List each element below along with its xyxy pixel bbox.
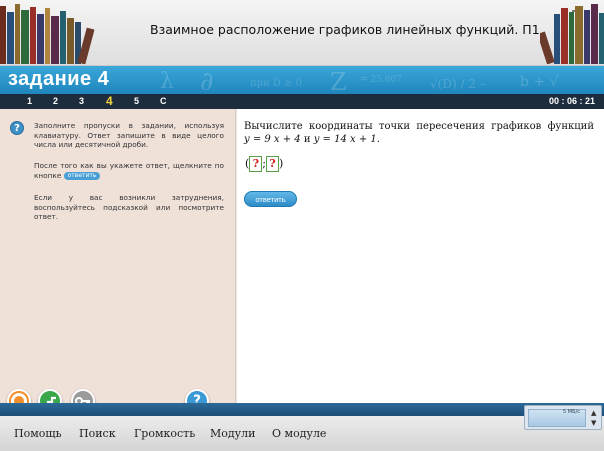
menu-about[interactable]: О модуле: [272, 427, 326, 440]
svg-text:Z: Z: [330, 68, 347, 94]
instruction-text-2: После того как вы укажете ответ, щелкнит…: [34, 161, 224, 180]
task-header-band: λ ∂ при D ≥ 0 Z = 25.607 √(D) / 2 – b + …: [0, 66, 604, 94]
info-question-icon: ?: [10, 121, 24, 135]
svg-text:= 25.607: = 25.607: [360, 75, 402, 85]
math-background-decoration: λ ∂ при D ≥ 0 Z = 25.607 √(D) / 2 – b + …: [160, 67, 559, 94]
nav-task-control[interactable]: C: [160, 96, 167, 106]
menu-modules[interactable]: Модули: [210, 427, 255, 440]
nav-task-2[interactable]: 2: [53, 96, 58, 106]
footer-strip: [0, 403, 604, 416]
status-widget-label: 5 МБ/с: [563, 409, 580, 415]
bookshelf-left-image: [0, 4, 95, 64]
answer-row: (?;?): [245, 156, 283, 172]
question-text: Вычислите координаты точки пересечения г…: [244, 121, 594, 132]
svg-text:√(D) / 2 –: √(D) / 2 –: [430, 77, 486, 91]
instruction-text-2-prefix: После того как вы укажете ответ, щелкнит…: [34, 161, 224, 180]
question-equations: y = 9 x + 4 и y = 14 x + 1.: [244, 133, 594, 146]
answer-button[interactable]: ответить: [244, 191, 297, 207]
instruction-text-1: Заполните пропуски в задании, используя …: [34, 121, 224, 150]
menu-search[interactable]: Поиск: [79, 427, 116, 440]
window-title: Взаимное расположение графиков линейных …: [150, 22, 540, 37]
task-navigation-bar: 1 2 3 4 5 C 00 : 06 : 21: [0, 94, 604, 109]
task-content-panel: [237, 109, 604, 403]
menu-help[interactable]: Помощь: [14, 427, 62, 440]
menu-volume[interactable]: Громкость: [134, 427, 195, 440]
equation-2: y = 14 x + 1.: [313, 134, 380, 145]
answer-x-input[interactable]: ?: [249, 156, 263, 172]
svg-text:b + √: b + √: [520, 74, 559, 90]
close-paren: ): [279, 157, 284, 170]
widget-up-arrow-icon[interactable]: ▲: [591, 409, 596, 417]
instructions-panel: [0, 109, 236, 403]
svg-text:при D ≥ 0: при D ≥ 0: [250, 78, 302, 89]
timer: 00 : 06 : 21: [549, 96, 596, 106]
equation-1: y = 9 x + 4: [244, 134, 301, 145]
equation-conjunction: и: [303, 134, 311, 145]
svg-text:∂: ∂: [200, 67, 213, 94]
window-header: Взаимное расположение графиков линейных …: [0, 0, 604, 66]
nav-task-5[interactable]: 5: [134, 96, 139, 106]
svg-text:λ: λ: [160, 69, 174, 94]
answer-y-input[interactable]: ?: [266, 156, 280, 172]
inline-answer-button-sample: ответить: [63, 171, 101, 180]
widget-down-arrow-icon[interactable]: ▼: [591, 419, 596, 427]
nav-task-3[interactable]: 3: [79, 96, 84, 106]
status-widget: 5 МБ/с ▲ ▼: [524, 405, 602, 430]
nav-task-1[interactable]: 1: [27, 96, 32, 106]
nav-task-4[interactable]: 4: [106, 94, 113, 108]
instruction-text-3: Если у вас возникли затруднения, восполь…: [34, 193, 224, 222]
bookshelf-right-image: [540, 4, 604, 64]
task-title: задание 4: [8, 68, 110, 90]
